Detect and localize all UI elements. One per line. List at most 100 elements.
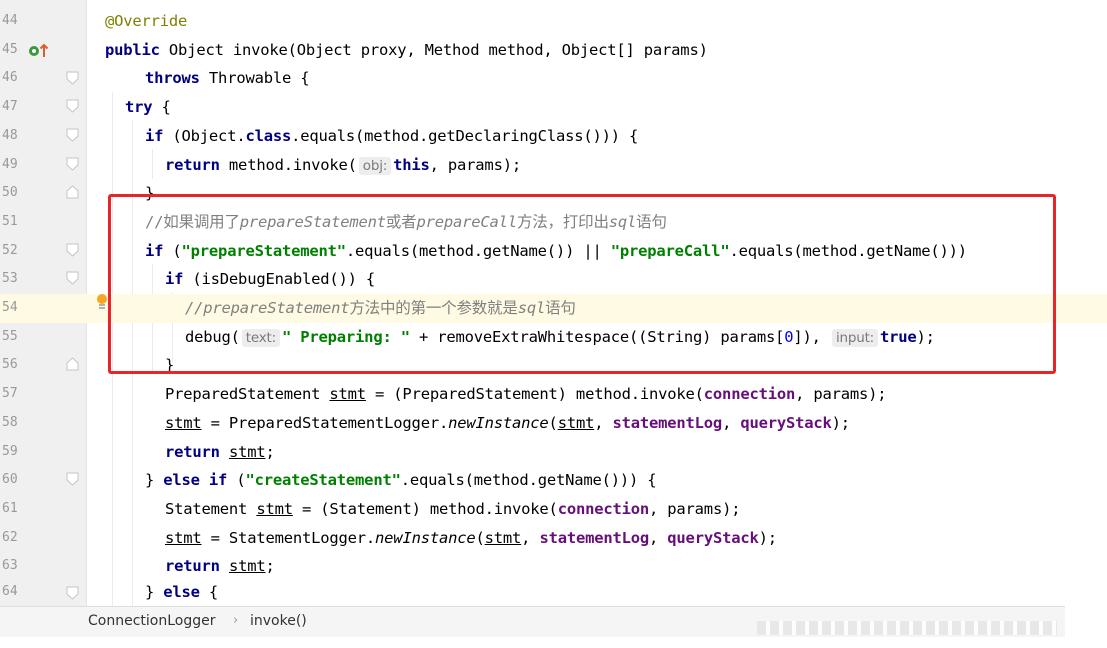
code-text: , bbox=[594, 413, 613, 432]
fold-marker-icon[interactable] bbox=[66, 472, 79, 486]
fold-marker-icon[interactable] bbox=[66, 586, 79, 600]
annotation-override: @Override bbox=[105, 12, 188, 30]
variable: stmt bbox=[165, 528, 202, 547]
code-line[interactable]: 57 PreparedStatement stmt = (PreparedSta… bbox=[0, 380, 1107, 409]
code-line[interactable]: 48 if (Object.class.equals(method.getDec… bbox=[0, 122, 1107, 151]
fold-marker-icon[interactable] bbox=[66, 71, 79, 85]
variable: stmt bbox=[165, 413, 202, 432]
code-line[interactable]: 46 throws Throwable { bbox=[0, 64, 1107, 93]
static-method: newInstance bbox=[375, 528, 476, 547]
keyword: class bbox=[245, 126, 292, 145]
code-line[interactable]: 49 return method.invoke(obj: this, params… bbox=[0, 151, 1107, 180]
code-line[interactable]: 58 stmt = PreparedStatementLogger.newIns… bbox=[0, 409, 1107, 438]
code-text: = (Statement) method.invoke( bbox=[292, 499, 558, 518]
parameter-hint: obj: bbox=[358, 156, 392, 175]
breadcrumb-method[interactable]: invoke() bbox=[250, 613, 307, 629]
line-number: 60 bbox=[2, 472, 18, 488]
line-number: 44 bbox=[2, 13, 18, 28]
keyword: if bbox=[145, 126, 164, 145]
fold-marker-icon[interactable] bbox=[66, 99, 79, 113]
fold-marker-icon[interactable] bbox=[66, 271, 79, 285]
code-text: ( bbox=[475, 528, 485, 547]
code-text: (Object. bbox=[163, 126, 246, 145]
variable: stmt bbox=[228, 557, 266, 576]
line-number: 58 bbox=[2, 414, 18, 430]
override-gutter-icon[interactable] bbox=[28, 43, 50, 63]
code-line[interactable]: 45 public Object invoke(Object proxy, Me… bbox=[0, 36, 1107, 65]
watermark bbox=[757, 621, 1057, 635]
variable: stmt bbox=[228, 442, 266, 461]
fold-marker-icon[interactable] bbox=[66, 185, 79, 199]
code-text: , params); bbox=[429, 155, 522, 174]
line-number: 46 bbox=[2, 70, 18, 86]
code-line[interactable]: 61 Statement stmt = (Statement) method.i… bbox=[0, 495, 1107, 524]
code-text: ); bbox=[831, 413, 850, 432]
line-number: 61 bbox=[2, 500, 18, 516]
line-number: 47 bbox=[2, 99, 18, 115]
breadcrumb-bar: ConnectionLogger › invoke() bbox=[0, 606, 1107, 648]
field: statementLog bbox=[539, 528, 650, 547]
code-text: , bbox=[649, 528, 668, 547]
breadcrumb-separator: › bbox=[233, 613, 239, 628]
line-number: 50 bbox=[2, 185, 18, 201]
code-text: ; bbox=[265, 442, 275, 461]
variable: stmt bbox=[557, 413, 595, 432]
code-text: .equals(method.getName())) { bbox=[400, 471, 657, 490]
code-text: ); bbox=[758, 528, 777, 547]
code-text: , params); bbox=[649, 499, 741, 518]
fold-marker-icon[interactable] bbox=[66, 128, 79, 142]
code-line[interactable]: 60 } else if ("createStatement".equals(m… bbox=[0, 466, 1107, 495]
code-line[interactable]: 47 try { bbox=[0, 93, 1107, 122]
code-line[interactable]: 59 return stmt; bbox=[0, 438, 1107, 467]
variable: stmt bbox=[329, 385, 366, 404]
code-text: .equals(method.getDeclaringClass())) { bbox=[291, 126, 639, 145]
line-number: 56 bbox=[2, 357, 18, 373]
line-number: 55 bbox=[2, 328, 18, 344]
breadcrumb-class[interactable]: ConnectionLogger bbox=[88, 613, 215, 629]
code-line[interactable]: 64 } else { bbox=[0, 578, 1107, 606]
code-text: { bbox=[199, 583, 219, 601]
code-text: PreparedStatement bbox=[165, 385, 330, 404]
fold-marker-icon[interactable] bbox=[66, 157, 79, 171]
keyword: throws bbox=[145, 69, 200, 88]
keyword: else bbox=[163, 583, 200, 601]
keyword: return bbox=[165, 442, 220, 461]
keyword: public bbox=[105, 40, 160, 59]
code-text: , bbox=[722, 413, 741, 432]
field: statementLog bbox=[612, 413, 723, 432]
variable: stmt bbox=[256, 499, 293, 518]
line-number: 57 bbox=[2, 386, 18, 402]
code-editor[interactable]: 44 @Override 45 public Object invoke(Obj… bbox=[0, 0, 1107, 606]
intention-bulb-icon[interactable] bbox=[95, 292, 109, 318]
code-text: } bbox=[145, 583, 164, 601]
line-number: 53 bbox=[2, 271, 18, 287]
line-number: 63 bbox=[2, 558, 18, 574]
code-text: , bbox=[521, 528, 540, 547]
code-text: , params); bbox=[795, 385, 887, 404]
highlight-box bbox=[108, 194, 1056, 374]
variable: stmt bbox=[484, 528, 522, 547]
fold-marker-icon[interactable] bbox=[66, 243, 79, 257]
code-line[interactable]: 62 stmt = StatementLogger.newInstance(st… bbox=[0, 524, 1107, 553]
field: connection bbox=[557, 499, 650, 518]
code-line[interactable]: 63 return stmt; bbox=[0, 552, 1107, 581]
code-text: Statement bbox=[165, 499, 257, 518]
code-text: Object invoke(Object proxy, Method metho… bbox=[159, 40, 708, 59]
code-line[interactable]: 44 @Override bbox=[0, 7, 1107, 36]
code-text: ( bbox=[548, 413, 558, 432]
code-text: ( bbox=[227, 471, 246, 490]
line-number: 49 bbox=[2, 156, 18, 172]
line-number: 45 bbox=[2, 41, 18, 57]
code-text: = (PreparedStatement) method.invoke( bbox=[365, 385, 704, 404]
code-text: } bbox=[145, 471, 164, 490]
code-text: { bbox=[152, 98, 171, 117]
code-text: method.invoke( bbox=[219, 155, 357, 174]
line-number: 52 bbox=[2, 242, 18, 258]
line-number: 59 bbox=[2, 443, 18, 459]
field: queryStack bbox=[667, 528, 759, 547]
line-number: 51 bbox=[2, 213, 18, 229]
keyword: return bbox=[165, 155, 220, 174]
fold-marker-icon[interactable] bbox=[66, 357, 79, 371]
